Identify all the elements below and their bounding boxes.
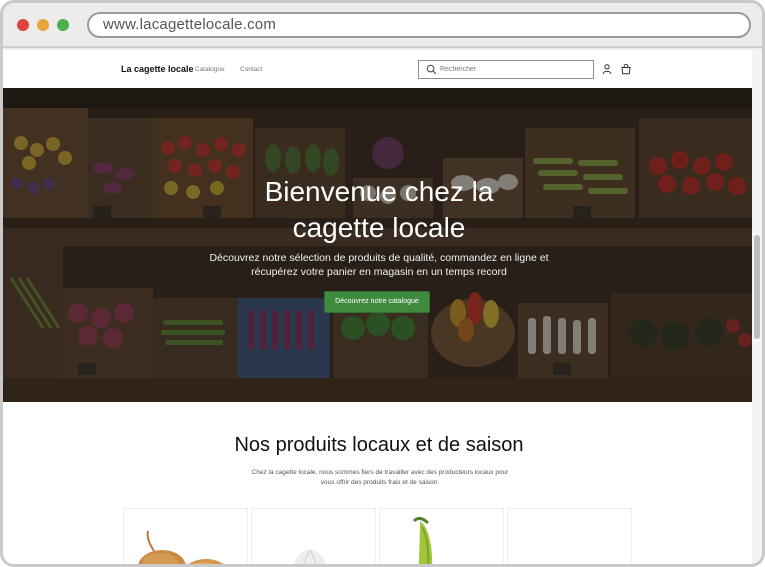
- scrollbar-thumb[interactable]: [754, 235, 760, 339]
- products-section-title: Nos produits locaux et de saison: [234, 434, 524, 456]
- site-logo[interactable]: La cagette locale: [121, 64, 194, 74]
- account-icon[interactable]: [601, 63, 613, 75]
- product-card-placeholder[interactable]: [507, 508, 632, 564]
- nav-link-contact[interactable]: Contact: [240, 66, 262, 73]
- hero-banner: Bienvenue chez la cagette locale Découvr…: [3, 88, 755, 402]
- product-card-green-beans[interactable]: [379, 508, 504, 564]
- browser-chrome: www.lacagettelocale.com: [3, 3, 762, 48]
- hero-subtitle: Découvrez notre sélection de produits de…: [209, 252, 549, 278]
- green-bean-image: [412, 516, 433, 564]
- address-bar[interactable]: www.lacagettelocale.com: [87, 12, 751, 38]
- search-box[interactable]: [418, 60, 594, 79]
- search-input[interactable]: [440, 63, 590, 76]
- maximize-window-icon[interactable]: [57, 19, 69, 31]
- nav-link-catalogue[interactable]: Catalogue: [195, 66, 225, 73]
- discover-catalogue-button[interactable]: Découvrez notre catalogue: [324, 291, 430, 313]
- scrollbar[interactable]: [752, 50, 762, 564]
- web-page: La cagette locale Catalogue Contact Rech…: [3, 50, 755, 564]
- site-header: La cagette locale Catalogue Contact: [3, 50, 755, 88]
- cart-icon[interactable]: [620, 63, 632, 75]
- close-window-icon[interactable]: [17, 19, 29, 31]
- product-card-garlic[interactable]: [251, 508, 376, 564]
- hero-title-line-2: cagette locale: [292, 212, 466, 243]
- products-section-description: Chez la cagette locale, nous sommes fier…: [251, 469, 509, 486]
- product-card-onions[interactable]: [123, 508, 248, 564]
- garlic-image: [294, 549, 326, 564]
- minimize-window-icon[interactable]: [37, 19, 49, 31]
- browser-window: www.lacagettelocale.com La cagette local…: [0, 0, 765, 567]
- onion-image: [138, 530, 224, 564]
- hero-title-line-1: Bienvenue chez la: [264, 176, 494, 207]
- search-icon: [426, 64, 437, 75]
- hero-title: Bienvenue chez la cagette locale: [3, 174, 755, 246]
